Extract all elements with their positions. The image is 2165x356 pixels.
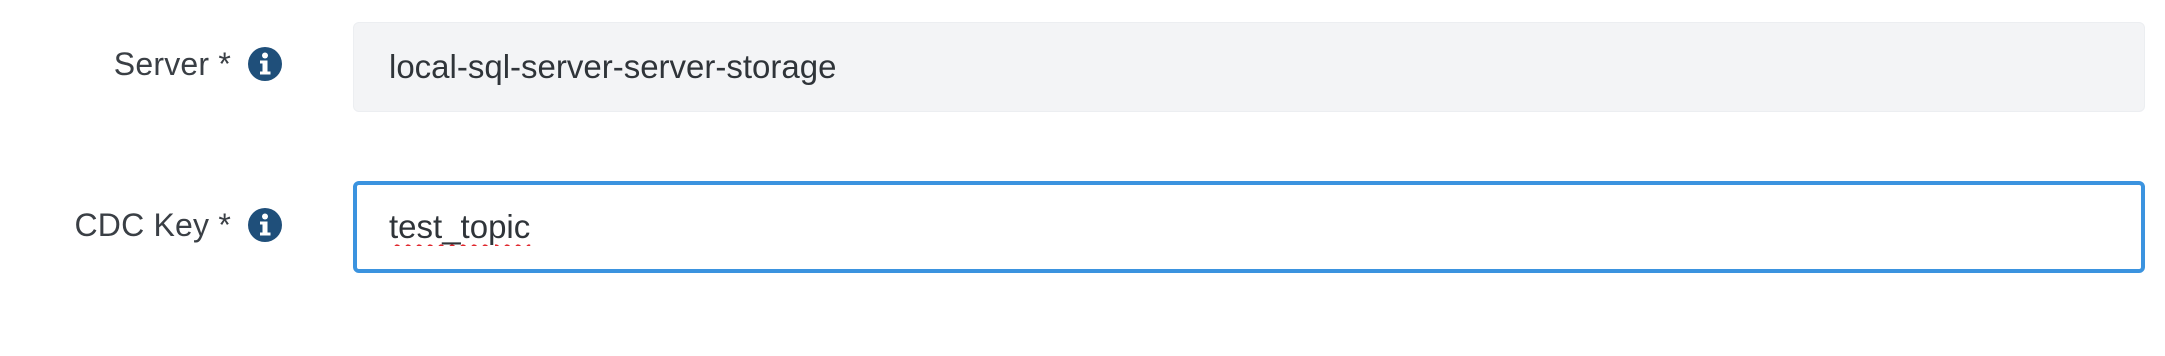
connector-config-form: Server * local-sql-server-server-storage… <box>0 0 2165 356</box>
server-label-group: Server * <box>0 22 283 114</box>
cdc-key-input[interactable] <box>389 208 2141 246</box>
server-field: local-sql-server-server-storage <box>353 22 2145 112</box>
server-label: Server * <box>113 45 231 82</box>
cdc-key-field[interactable] <box>353 181 2145 273</box>
cdc-key-row: CDC Key * <box>0 181 2165 275</box>
cdc-key-label-group: CDC Key * <box>0 183 283 275</box>
info-circle-icon[interactable] <box>247 207 283 243</box>
server-value: local-sql-server-server-storage <box>389 48 837 85</box>
server-row: Server * local-sql-server-server-storage <box>0 22 2165 114</box>
info-circle-icon[interactable] <box>247 46 283 82</box>
cdc-key-label: CDC Key * <box>74 206 231 243</box>
